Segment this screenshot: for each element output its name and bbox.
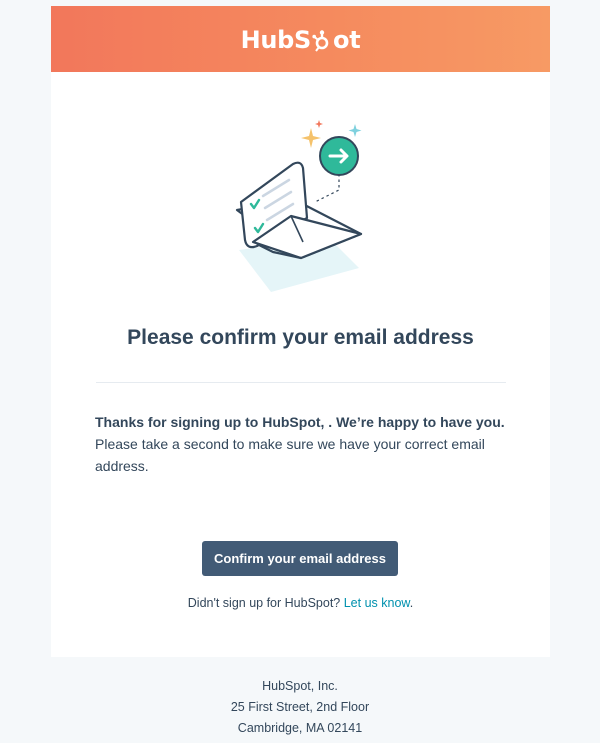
sprocket-icon [312, 30, 332, 52]
let-us-know-link[interactable]: Let us know [344, 596, 410, 610]
logo-text-start: HubS [240, 26, 312, 54]
signup-prompt: Didn't sign up for HubSpot? [187, 596, 341, 610]
sparkle-orange-icon [301, 128, 321, 148]
email-footer: HubSpot, Inc. 25 First Street, 2nd Floor… [0, 676, 600, 739]
logo-text-end: ot [333, 26, 361, 54]
hubspot-logo: HubS ot [241, 26, 361, 54]
confirm-email-button[interactable]: Confirm your email address [202, 541, 398, 576]
signup-suffix: . [409, 596, 414, 610]
footer-street: 25 First Street, 2nd Floor [230, 700, 370, 714]
envelope-checklist-icon [231, 118, 371, 303]
sparkle-small-orange-icon [315, 120, 323, 128]
message-body: Thanks for signing up to HubSpot, . We’r… [95, 411, 507, 477]
email-header: HubS ot [51, 6, 550, 72]
welcome-text: Thanks for signing up to HubSpot, . We’r… [95, 414, 505, 430]
signup-notice: Didn't sign up for HubSpot? Let us know. [51, 596, 550, 610]
footer-city: Cambridge, MA 02141 [237, 721, 363, 735]
footer-company: HubSpot, Inc. [262, 679, 338, 693]
divider [96, 382, 506, 383]
instruction-text: Please take a second to make sure we hav… [95, 436, 485, 474]
arrow-right-icon [319, 136, 359, 176]
email-card: HubS ot Please confirm your email addres… [51, 6, 550, 657]
page-title: Please confirm your email address [127, 326, 474, 349]
sparkle-blue-icon [348, 124, 362, 137]
